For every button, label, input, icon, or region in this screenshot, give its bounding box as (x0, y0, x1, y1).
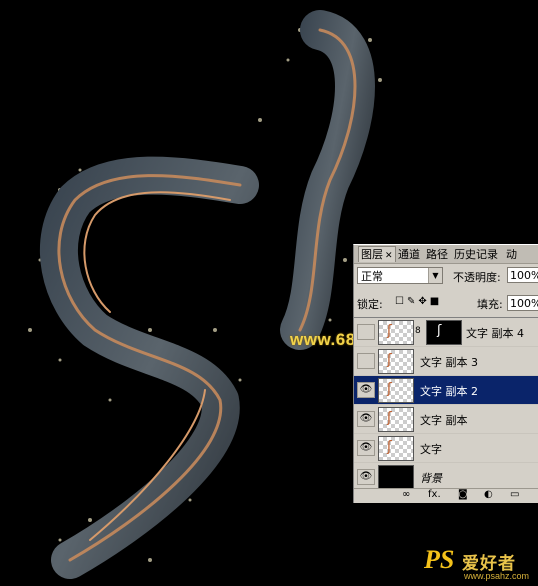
layer-thumbnail: ʃ (378, 320, 414, 345)
layer-row-text[interactable]: 👁 ʃ 文字 (354, 434, 538, 463)
tab-layers[interactable]: 图层 ✕ (358, 246, 396, 262)
fill-label: 填充: (477, 298, 503, 311)
layer-row-text-copy-4[interactable]: ʃ 8 ʃ 文字 副本 4 (354, 318, 538, 347)
layer-name: 文字 副本 (420, 414, 468, 427)
watermark-logo-ps: PS (424, 545, 455, 574)
layer-row-text-copy-3[interactable]: ʃ 文字 副本 3 (354, 347, 538, 376)
eye-icon[interactable]: 👁 (357, 411, 375, 427)
lock-label: 锁定: (357, 298, 383, 311)
lock-icons: ☐✎✥■ (395, 296, 442, 307)
adjustment-icon[interactable]: ◐ (484, 489, 493, 500)
panel-bottom-bar: ∞ fx. ◙ ◐ ▭ (354, 488, 538, 503)
layer-thumbnail: ʃ (378, 407, 414, 432)
visibility-toggle[interactable] (357, 353, 375, 369)
layer-thumbnail: ʃ (378, 436, 414, 461)
layer-thumbnail: ʃ (378, 378, 414, 403)
folder-icon[interactable]: ▭ (510, 489, 519, 500)
chevron-down-icon[interactable]: ▼ (428, 268, 442, 283)
watermark-logo-url: www.psahz.com (464, 571, 530, 581)
layers-list: ʃ 8 ʃ 文字 副本 4 ʃ 文字 副本 3 👁 ʃ 文字 副本 2 👁 ʃ … (354, 317, 538, 492)
lock-brush-icon[interactable]: ✎ (407, 296, 418, 307)
blend-mode-select[interactable]: 正常 ▼ (357, 267, 443, 284)
visibility-toggle[interactable] (357, 324, 375, 340)
layer-name: 文字 (420, 443, 442, 456)
blend-row: 正常 ▼ 不透明度: 100% (357, 267, 538, 287)
tab-layers-label: 图层 (361, 248, 383, 261)
link-icon[interactable]: ∞ (402, 489, 410, 500)
fx-icon[interactable]: fx. (428, 489, 441, 500)
lock-all-icon[interactable]: ■ (430, 296, 442, 307)
tab-history[interactable]: 历史记录 (454, 247, 498, 262)
chain-icon[interactable]: 8 (415, 326, 421, 336)
panel-tabs: 图层 ✕ 通道 路径 历史记录 动 (354, 245, 538, 264)
close-icon[interactable]: ✕ (385, 251, 393, 261)
eye-icon[interactable]: 👁 (357, 440, 375, 456)
layer-row-text-copy[interactable]: 👁 ʃ 文字 副本 (354, 405, 538, 434)
blend-mode-value: 正常 (361, 270, 383, 283)
tab-channels[interactable]: 通道 (398, 247, 420, 262)
layer-name: 文字 副本 2 (420, 385, 478, 398)
layer-thumbnail (378, 465, 414, 490)
opacity-field[interactable]: 100% (507, 267, 538, 283)
watermark-logo: PS 爱好者 www.psahz.com (418, 545, 536, 583)
lock-row: 锁定: ☐✎✥■ 填充: 100% (357, 295, 538, 313)
layer-name: 背景 (420, 472, 442, 485)
eye-icon[interactable]: 👁 (357, 469, 375, 485)
layer-thumbnail: ʃ (378, 349, 414, 374)
lock-transparent-icon[interactable]: ☐ (395, 296, 407, 307)
layer-name: 文字 副本 3 (420, 356, 478, 369)
tab-actions[interactable]: 动 (506, 247, 517, 262)
layer-row-text-copy-2[interactable]: 👁 ʃ 文字 副本 2 (354, 376, 538, 405)
mask-icon[interactable]: ◙ (458, 489, 468, 500)
fill-field[interactable]: 100% (507, 295, 538, 311)
stone-strokes (39, 10, 375, 579)
tab-paths[interactable]: 路径 (426, 247, 448, 262)
layers-panel: 图层✕ 通道 路径 历史记录 动 正常 ▼ 不透明度: 100% 锁定: ☐✎✥… (353, 244, 538, 503)
opacity-label: 不透明度: (453, 271, 501, 284)
eye-icon[interactable]: 👁 (357, 382, 375, 398)
layer-mask-thumbnail[interactable]: ʃ (426, 320, 462, 345)
layer-name: 文字 副本 4 (466, 327, 524, 340)
lock-move-icon[interactable]: ✥ (418, 296, 429, 307)
